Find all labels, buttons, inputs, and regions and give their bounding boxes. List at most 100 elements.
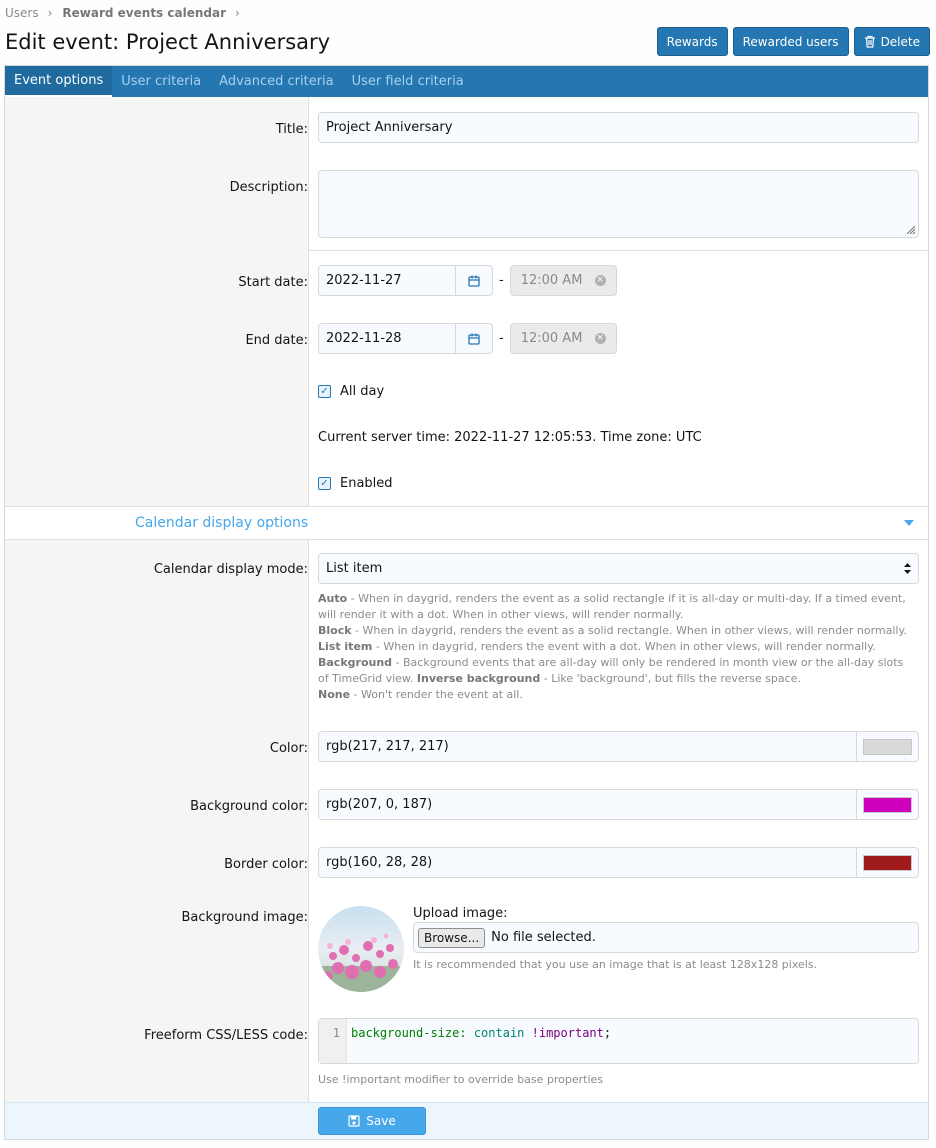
- upload-image-label: Upload image:: [413, 906, 508, 921]
- color-picker-button[interactable]: [856, 732, 918, 761]
- code-important: !important: [531, 1026, 604, 1040]
- tab-bar: Event options User criteria Advanced cri…: [5, 66, 928, 97]
- save-icon: [348, 1115, 360, 1127]
- rewarded-users-button[interactable]: Rewarded users: [732, 27, 849, 56]
- no-file-text: No file selected.: [491, 930, 596, 945]
- breadcrumb-reward-events-calendar[interactable]: Reward events calendar: [62, 6, 226, 20]
- form-divider: [308, 250, 928, 251]
- delete-button[interactable]: Delete: [853, 27, 930, 56]
- tab-advanced-criteria[interactable]: Advanced criteria: [210, 66, 342, 97]
- display-mode-help: Auto - When in daygrid, renders the even…: [318, 591, 914, 703]
- start-time-input[interactable]: 12:00 AM ×: [509, 265, 617, 296]
- start-date-value: 2022-11-27: [326, 273, 402, 288]
- help-text-inverse: - Like 'background', but fills the rever…: [540, 672, 801, 685]
- browse-button[interactable]: Browse...: [418, 927, 486, 948]
- background-image-preview: [318, 906, 404, 992]
- start-date-picker-button[interactable]: [455, 265, 493, 296]
- calendar-display-options-header[interactable]: Calendar display options: [5, 506, 928, 540]
- start-date-input[interactable]: 2022-11-27: [318, 265, 455, 296]
- all-day-label: All day: [340, 384, 385, 399]
- title-label: Title:: [275, 122, 308, 137]
- trash-icon: [864, 35, 875, 48]
- tab-user-criteria[interactable]: User criteria: [112, 66, 210, 97]
- code-line: background-size: contain !important;: [347, 1019, 615, 1063]
- page-title: Edit event: Project Anniversary: [5, 30, 331, 54]
- css-code-editor[interactable]: 1 background-size: contain !important;: [318, 1018, 919, 1064]
- rewards-button[interactable]: Rewards: [656, 27, 728, 56]
- delete-button-label: Delete: [880, 34, 920, 49]
- end-date-group: 2022-11-28 - 12:00 AM ×: [318, 323, 617, 354]
- title-input[interactable]: Project Anniversary: [318, 112, 919, 143]
- display-mode-label: Calendar display mode:: [153, 562, 308, 577]
- css-label: Freeform CSS/LESS code:: [144, 1028, 308, 1043]
- color-input[interactable]: rgb(217, 217, 217): [318, 731, 919, 762]
- bg-image-label: Background image:: [181, 910, 308, 925]
- checkbox-checked-icon[interactable]: ✓: [318, 385, 331, 398]
- form-footer: Save: [5, 1102, 928, 1139]
- border-color-value: rgb(160, 28, 28): [326, 855, 433, 870]
- edit-event-form: Event options User criteria Advanced cri…: [4, 65, 929, 1140]
- breadcrumb-users[interactable]: Users: [5, 6, 39, 20]
- display-mode-select[interactable]: List item: [318, 553, 919, 584]
- border-color-picker-button[interactable]: [856, 848, 918, 877]
- save-button-label: Save: [366, 1114, 396, 1128]
- save-button[interactable]: Save: [318, 1107, 426, 1135]
- color-label: Color:: [269, 741, 308, 756]
- caret-down-icon[interactable]: [904, 520, 914, 526]
- enabled-label: Enabled: [340, 476, 393, 491]
- end-time-value: 12:00 AM: [520, 331, 583, 346]
- clear-time-icon[interactable]: ×: [594, 333, 606, 344]
- title-input-value: Project Anniversary: [326, 120, 453, 135]
- help-text-auto: - When in daygrid, renders the event as …: [318, 592, 906, 621]
- end-date-input[interactable]: 2022-11-28: [318, 323, 455, 354]
- border-color-label: Border color:: [224, 857, 308, 872]
- rewards-button-label: Rewards: [666, 34, 718, 49]
- help-term-list-item: List item: [318, 640, 373, 653]
- help-text-list-item: - When in daygrid, renders the event wit…: [372, 640, 876, 653]
- start-date-group: 2022-11-27 - 12:00 AM ×: [318, 265, 617, 296]
- help-term-inverse: Inverse background: [416, 672, 541, 685]
- css-hint: Use !important modifier to override base…: [318, 1073, 604, 1086]
- line-number: 1: [319, 1019, 347, 1063]
- tab-event-options[interactable]: Event options: [5, 66, 113, 97]
- rewarded-users-button-label: Rewarded users: [742, 34, 839, 49]
- date-time-separator: -: [499, 273, 504, 288]
- chevron-right-icon: ›: [47, 6, 53, 20]
- color-value: rgb(217, 217, 217): [326, 739, 449, 754]
- help-term-none: None: [318, 688, 351, 701]
- code-semicolon: ;: [603, 1026, 612, 1040]
- bg-color-value: rgb(207, 0, 187): [326, 797, 433, 812]
- checkbox-checked-icon[interactable]: ✓: [318, 477, 331, 490]
- code-value: contain: [466, 1026, 532, 1040]
- end-date-picker-button[interactable]: [455, 323, 493, 354]
- bg-color-label: Background color:: [190, 799, 308, 814]
- bg-color-input[interactable]: rgb(207, 0, 187): [318, 789, 919, 820]
- description-textarea[interactable]: [318, 170, 919, 238]
- color-swatch: [863, 738, 912, 755]
- display-mode-value: List item: [326, 561, 383, 576]
- section-title: Calendar display options: [135, 515, 309, 531]
- help-term-block: Block: [318, 624, 352, 637]
- code-property: background-size:: [351, 1026, 467, 1040]
- select-arrows-icon: [904, 563, 911, 574]
- help-text-block: - When in daygrid, renders the event as …: [351, 624, 907, 637]
- help-text-none: - Won't render the event at all.: [350, 688, 523, 701]
- server-time-text: Current server time: 2022-11-27 12:05:53…: [318, 430, 702, 445]
- image-hint: It is recommended that you use an image …: [413, 958, 818, 971]
- header-actions: Rewards Rewarded users Delete: [656, 27, 930, 56]
- bg-color-picker-button[interactable]: [856, 790, 918, 819]
- tab-user-field-criteria[interactable]: User field criteria: [343, 66, 473, 97]
- end-date-value: 2022-11-28: [326, 331, 402, 346]
- end-time-input[interactable]: 12:00 AM ×: [509, 323, 617, 354]
- all-day-checkbox[interactable]: ✓ All day: [318, 384, 384, 399]
- clear-time-icon[interactable]: ×: [594, 275, 606, 286]
- border-color-swatch: [863, 854, 912, 871]
- help-term-auto: Auto: [318, 592, 348, 605]
- start-date-label: Start date:: [238, 275, 308, 290]
- enabled-checkbox[interactable]: ✓ Enabled: [318, 476, 393, 491]
- resize-handle-icon[interactable]: [904, 223, 916, 235]
- border-color-input[interactable]: rgb(160, 28, 28): [318, 847, 919, 878]
- description-label: Description:: [229, 180, 308, 195]
- date-time-separator: -: [499, 331, 504, 346]
- upload-image-input[interactable]: Browse... No file selected.: [413, 922, 919, 953]
